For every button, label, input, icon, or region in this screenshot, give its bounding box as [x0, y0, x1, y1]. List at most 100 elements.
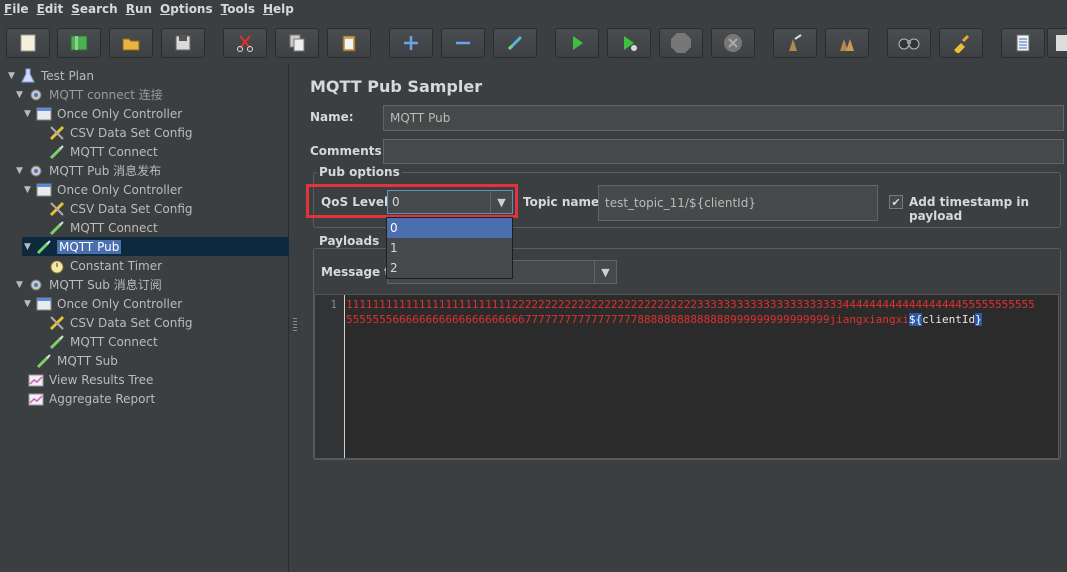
tree-node[interactable]: ▼ MQTT Pub 消息发布	[14, 161, 161, 180]
cut-button[interactable]	[223, 28, 267, 58]
clear-button[interactable]	[773, 28, 817, 58]
controller-icon	[35, 181, 53, 198]
topic-input[interactable]: test_topic_11/${clientId}	[598, 185, 878, 221]
config-icon	[48, 124, 66, 141]
config-icon	[48, 314, 66, 331]
comments-input[interactable]	[383, 139, 1064, 164]
start-no-pause-icon	[624, 36, 637, 51]
function-helper-icon	[1016, 34, 1030, 52]
search-icon	[898, 38, 920, 50]
shutdown-button[interactable]	[711, 28, 755, 58]
tree-node[interactable]: CSV Data Set Config	[30, 313, 193, 332]
qos-label: QoS Level:	[321, 195, 393, 209]
tree-node[interactable]: MQTT Connect	[30, 332, 158, 351]
menu-help[interactable]: Help	[259, 2, 298, 16]
tree-node[interactable]: MQTT Connect	[30, 142, 158, 161]
expand-toggle-icon[interactable]: ▼	[22, 299, 33, 309]
tree-node[interactable]: MQTT Sub	[22, 351, 118, 370]
chevron-down-icon[interactable]: ▼	[594, 261, 616, 283]
qos-option-2[interactable]: 2	[387, 258, 512, 278]
expand-toggle-icon[interactable]: ▼	[22, 109, 33, 119]
listener-icon	[27, 371, 45, 388]
search-button[interactable]	[887, 28, 931, 58]
toolbar	[0, 24, 1067, 62]
expand-toggle-icon[interactable]: ▼	[6, 71, 17, 81]
expand-all-button[interactable]	[389, 28, 433, 58]
tree-node[interactable]: Aggregate Report	[14, 389, 155, 408]
controller-icon	[35, 105, 53, 122]
clear-all-button[interactable]	[825, 28, 869, 58]
tree-node[interactable]: CSV Data Set Config	[30, 123, 193, 142]
new-button[interactable]	[6, 28, 50, 58]
sampler-icon	[48, 219, 66, 236]
name-input[interactable]: MQTT Pub	[383, 105, 1064, 131]
test-plan-icon	[19, 67, 37, 84]
expand-toggle-icon[interactable]: ▼	[14, 280, 25, 290]
payload-close-brace: }	[975, 313, 982, 326]
divider-grip-icon[interactable]	[293, 318, 297, 332]
clear-icon	[789, 34, 802, 51]
help-button[interactable]	[1047, 28, 1067, 58]
name-label: Name:	[310, 110, 354, 124]
menu-label-rest: ptions	[170, 2, 213, 16]
timestamp-checkbox[interactable]: ✔	[889, 195, 903, 209]
start-icon	[573, 36, 583, 50]
templates-button[interactable]	[57, 28, 101, 58]
menu-tools[interactable]: Tools	[217, 2, 259, 16]
payload-open-brace: ${	[908, 313, 923, 326]
tree-node-label: Test Plan	[41, 68, 94, 83]
expand-toggle-icon[interactable]: ▼	[14, 166, 25, 176]
payload-variable: clientId	[922, 313, 976, 326]
toggle-button[interactable]	[493, 28, 537, 58]
menu-edit[interactable]: Edit	[33, 2, 68, 16]
tree-node-label: View Results Tree	[49, 372, 154, 387]
menu-run[interactable]: Run	[122, 2, 156, 16]
save-button[interactable]	[161, 28, 205, 58]
tree-node[interactable]: CSV Data Set Config	[30, 199, 193, 218]
tree-node[interactable]: ▼ Once Only Controller	[22, 294, 182, 313]
sampler-icon	[35, 238, 53, 255]
tree-node-label: Constant Timer	[70, 258, 163, 273]
tree-node-label: CSV Data Set Config	[70, 315, 193, 330]
paste-button[interactable]	[327, 28, 371, 58]
qos-option-0[interactable]: 0	[387, 218, 512, 238]
menu-search[interactable]: Search	[67, 2, 121, 16]
collapse-all-button[interactable]	[441, 28, 485, 58]
line-number: 1	[330, 298, 337, 311]
tree-node[interactable]: Constant Timer	[30, 256, 162, 275]
payload-text[interactable]: 1111111111111111111111111222222222222222…	[346, 297, 1041, 327]
stop-button[interactable]	[659, 28, 703, 58]
tree-node[interactable]: MQTT Connect	[30, 218, 158, 237]
tree-node[interactable]: View Results Tree	[14, 370, 153, 389]
tree-node[interactable]: ▼ Once Only Controller	[22, 104, 182, 123]
open-button[interactable]	[109, 28, 153, 58]
qos-select[interactable]: 0 ▼	[387, 190, 513, 214]
menu-options[interactable]: Options	[156, 2, 217, 16]
payload-editor[interactable]: 1 11111111111111111111111112222222222222…	[314, 294, 1059, 459]
tree-node[interactable]: ▼ MQTT Pub	[22, 237, 289, 256]
menu-file[interactable]: File	[0, 2, 33, 16]
tree-node[interactable]: ▼ MQTT connect 连接	[14, 85, 163, 104]
start-no-pause-button[interactable]	[607, 28, 651, 58]
listener-icon	[27, 390, 45, 407]
expand-toggle-icon[interactable]: ▼	[14, 90, 25, 100]
tree-node[interactable]: ▼ Test Plan	[6, 66, 94, 85]
save-icon	[175, 35, 191, 51]
chevron-down-icon[interactable]: ▼	[490, 191, 512, 213]
qos-option-1[interactable]: 1	[387, 238, 512, 258]
thread-group-icon	[27, 276, 45, 293]
reset-search-button[interactable]	[939, 28, 983, 58]
tree-node[interactable]: ▼ MQTT Sub 消息订阅	[14, 275, 162, 294]
copy-button[interactable]	[275, 28, 319, 58]
templates-icon	[70, 35, 88, 51]
start-button[interactable]	[555, 28, 599, 58]
tree-node-label: MQTT Connect	[70, 144, 158, 159]
function-helper-button[interactable]	[1001, 28, 1045, 58]
open-icon	[122, 38, 140, 51]
timer-icon	[48, 257, 66, 274]
topic-value: test_topic_11/${clientId}	[605, 196, 756, 210]
tree-node[interactable]: ▼ Once Only Controller	[22, 180, 182, 199]
timestamp-label: Add timestamp in payload	[909, 195, 1030, 223]
expand-toggle-icon[interactable]: ▼	[22, 185, 33, 195]
expand-toggle-icon[interactable]: ▼	[22, 242, 33, 252]
